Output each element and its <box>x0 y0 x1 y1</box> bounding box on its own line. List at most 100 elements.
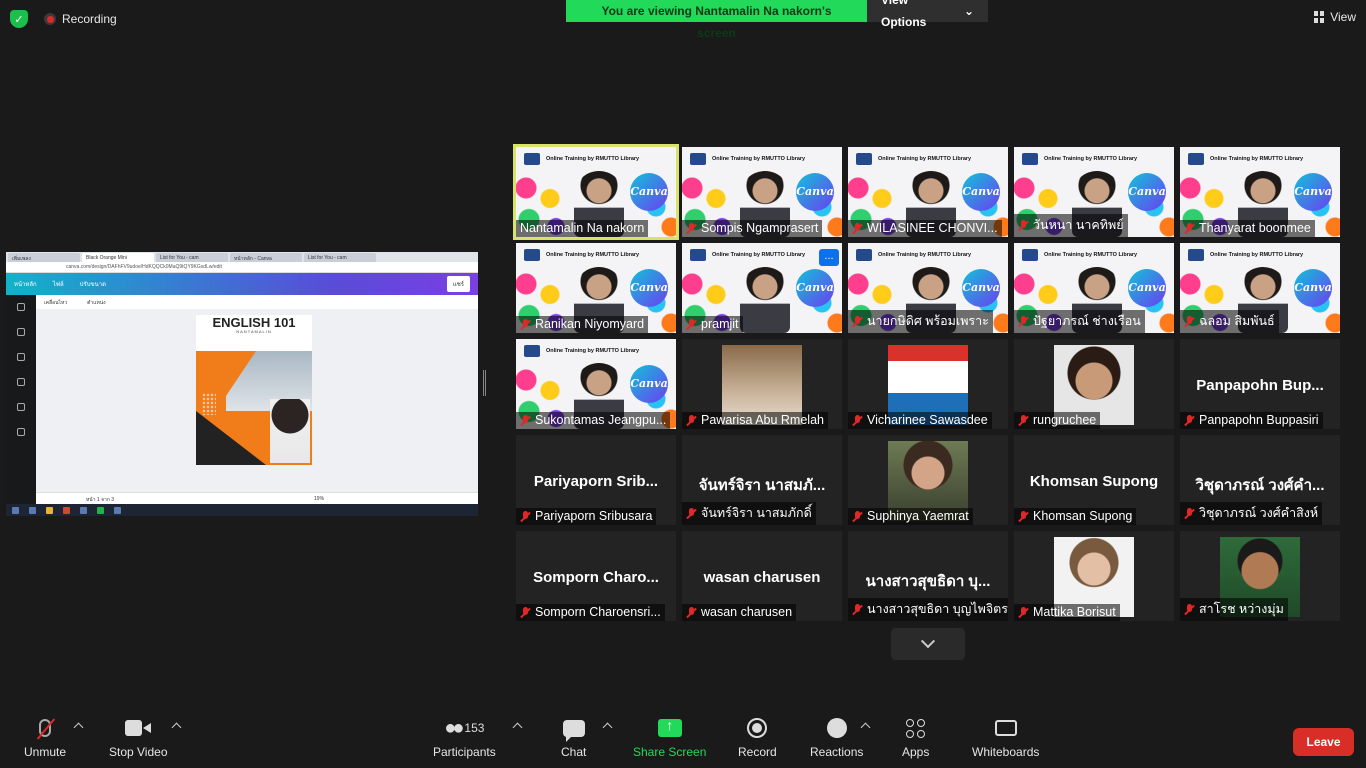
participant-tile[interactable]: Online Training by RMUTTO Library Canva Th… <box>1180 147 1340 237</box>
participant-tile[interactable]: Online Training by RMUTTO Library Canva So… <box>682 147 842 237</box>
participant-display-name: จันทร์จิรา นาสมภั... <box>698 477 826 494</box>
rmutto-logo-icon <box>856 153 872 165</box>
stop-video-button[interactable]: Stop Video <box>109 716 168 759</box>
video-overlay-header: Online Training by RMUTTO Library <box>712 156 806 162</box>
canva-logo: Canva <box>1128 173 1166 211</box>
gallery-next-page-button[interactable] <box>891 628 965 660</box>
participant-tile[interactable]: rungruchee <box>1014 339 1174 429</box>
browser-tab: หน้าหลัก - Canva <box>230 253 302 262</box>
participant-name: Ranikan Niyomyard <box>535 317 645 331</box>
muted-mic-icon <box>1018 219 1029 231</box>
participant-tile[interactable]: Online Training by RMUTTO Library Canva นา… <box>848 243 1008 333</box>
canva-tool-icon <box>17 328 25 336</box>
leave-button[interactable]: Leave <box>1293 728 1354 756</box>
chat-options-caret-icon[interactable] <box>602 722 613 733</box>
participant-name: ฉลอม สิมพันธ์ <box>1199 314 1275 328</box>
participant-tile[interactable]: Online Training by RMUTTO Library Canva วั… <box>1014 147 1174 237</box>
participant-name: นางสาวสุขธิดา บุญไพจิตร <box>867 602 1008 616</box>
participant-tile[interactable]: Somporn Charo... Somporn Charoensri... <box>516 531 676 621</box>
canva-toolbar: เคลื่อนไหว ตำแหน่ง <box>36 295 478 309</box>
canva-logo: Canva <box>630 365 668 403</box>
canva-tool-icon <box>17 378 25 386</box>
participant-tile[interactable]: Online Training by RMUTTO Library Canva ฉล… <box>1180 243 1340 333</box>
participant-tile[interactable]: Vicharinee Sawasdee <box>848 339 1008 429</box>
video-overlay-header: Online Training by RMUTTO Library <box>712 252 806 258</box>
participant-name-label: pramjit <box>682 316 743 333</box>
split-view-drag-handle[interactable] <box>483 370 486 396</box>
participant-tile[interactable]: wasan charusen wasan charusen <box>682 531 842 621</box>
participants-button[interactable]: ●● 153 Participants <box>433 716 496 760</box>
participant-tile[interactable]: Khomsan Supong Khomsan Supong <box>1014 435 1174 525</box>
participant-tile[interactable]: Panpapohn Bup... Panpapohn Buppasiri <box>1180 339 1340 429</box>
participant-tile[interactable]: วิชุดาภรณ์ วงศ์คำ... วิชุดาภรณ์ วงศ์คำสิง… <box>1180 435 1340 525</box>
share-screen-button[interactable]: Share Screen <box>633 716 706 759</box>
participant-display-name: วิชุดาภรณ์ วงศ์คำ... <box>1195 477 1325 494</box>
taskbar-line-icon <box>97 506 104 514</box>
reactions-button[interactable]: Reactions <box>810 716 863 759</box>
participant-tile[interactable]: Pariyaporn Srib... Pariyaporn Sribusara <box>516 435 676 525</box>
muted-mic-icon <box>1184 315 1195 327</box>
participant-name-label: Pawarisa Abu Rmelah <box>682 412 828 429</box>
participants-options-caret-icon[interactable] <box>512 722 523 733</box>
more-options-button[interactable]: ... <box>819 249 839 266</box>
canva-menu-file: ไฟล์ <box>52 282 64 288</box>
video-overlay-header: Online Training by RMUTTO Library <box>1210 252 1304 258</box>
chat-bubble-icon <box>562 719 585 742</box>
recording-label: Recording <box>62 12 117 26</box>
video-camera-icon <box>125 720 152 736</box>
grid-view-icon <box>1314 11 1325 23</box>
rmutto-logo-icon <box>1188 153 1204 165</box>
participant-tile[interactable]: Suphinya Yaemrat <box>848 435 1008 525</box>
apps-button[interactable]: Apps <box>902 716 929 759</box>
browser-address-bar: canva.com/design/DAFhFV9udoe/HdKQQCk0MaQ… <box>6 262 478 273</box>
record-button[interactable]: Record <box>738 716 777 759</box>
participant-name-label: จันทร์จิรา นาสมภักดิ์ <box>682 502 816 525</box>
participant-name-label: Vicharinee Sawasdee <box>848 412 992 429</box>
participant-tile[interactable]: Mattika Borisut <box>1014 531 1174 621</box>
chat-button[interactable]: Chat <box>561 716 586 759</box>
poster-dot-pattern <box>202 393 216 415</box>
shared-screen[interactable]: เพิ่มเพลง Black Orange Mini List for You -… <box>6 252 478 516</box>
video-options-caret-icon[interactable] <box>171 722 182 733</box>
participant-tile[interactable]: Online Training by RMUTTO Library Canva..… <box>682 243 842 333</box>
canva-zoom-level: 19% <box>314 496 325 502</box>
zoom-meeting-window: ✓ Recording You are viewing Nantamalin N… <box>0 0 1366 768</box>
participant-tile[interactable]: Online Training by RMUTTO Library Canva WI… <box>848 147 1008 237</box>
security-shield-icon[interactable]: ✓ <box>10 10 28 28</box>
chevron-down-icon: ⌄ <box>963 4 974 18</box>
canva-menu-resize: ปรับขนาด <box>79 282 106 288</box>
canva-logo: Canva <box>630 173 668 211</box>
taskbar-search-icon <box>29 506 36 514</box>
recording-indicator[interactable]: Recording <box>44 12 117 26</box>
muted-mic-icon <box>852 510 863 522</box>
view-options-button[interactable]: View Options ⌄ <box>867 0 988 29</box>
canva-logo: Canva <box>1294 173 1332 211</box>
muted-mic-icon <box>1018 606 1029 618</box>
viewing-banner: You are viewing Nantamalin Na nakorn's s… <box>566 0 988 40</box>
canva-editor: เคลื่อนไหว ตำแหน่ง ENGLISH 101 NANTAMALI… <box>6 295 478 504</box>
participant-person <box>740 267 790 333</box>
participant-tile[interactable]: Online Training by RMUTTO Library Canva ปั… <box>1014 243 1174 333</box>
view-button[interactable]: View <box>1314 10 1356 24</box>
participant-tile[interactable]: สาโรช หว่างมุ่ม <box>1180 531 1340 621</box>
muted-mic-icon <box>1018 510 1029 522</box>
muted-mic-icon <box>520 606 531 618</box>
canva-logo: Canva <box>962 269 1000 307</box>
participant-tile[interactable]: จันทร์จิรา นาสมภั... จันทร์จิรา นาสมภักดิ… <box>682 435 842 525</box>
chat-label: Chat <box>561 745 587 759</box>
unmute-button[interactable]: Unmute <box>24 716 66 759</box>
recording-dot-icon <box>44 13 56 25</box>
muted-mic-icon <box>686 318 697 330</box>
rmutto-logo-icon <box>856 249 872 261</box>
participant-tile[interactable]: Online Training by RMUTTO Library Canva Ra… <box>516 243 676 333</box>
participant-tile[interactable]: Online Training by RMUTTO Library Canva Na… <box>513 144 679 240</box>
participant-tile[interactable]: Online Training by RMUTTO Library Canva Su… <box>516 339 676 429</box>
video-overlay-header: Online Training by RMUTTO Library <box>1210 156 1304 162</box>
audio-options-caret-icon[interactable] <box>73 722 84 733</box>
rmutto-logo-icon <box>524 249 540 261</box>
microphone-muted-icon <box>39 719 52 737</box>
participant-tile[interactable]: นางสาวสุขธิดา บุ... นางสาวสุขธิดา บุญไพจิ… <box>848 531 1008 621</box>
muted-mic-icon <box>520 510 531 522</box>
whiteboards-button[interactable]: Whiteboards <box>972 716 1039 759</box>
participant-tile[interactable]: Pawarisa Abu Rmelah <box>682 339 842 429</box>
